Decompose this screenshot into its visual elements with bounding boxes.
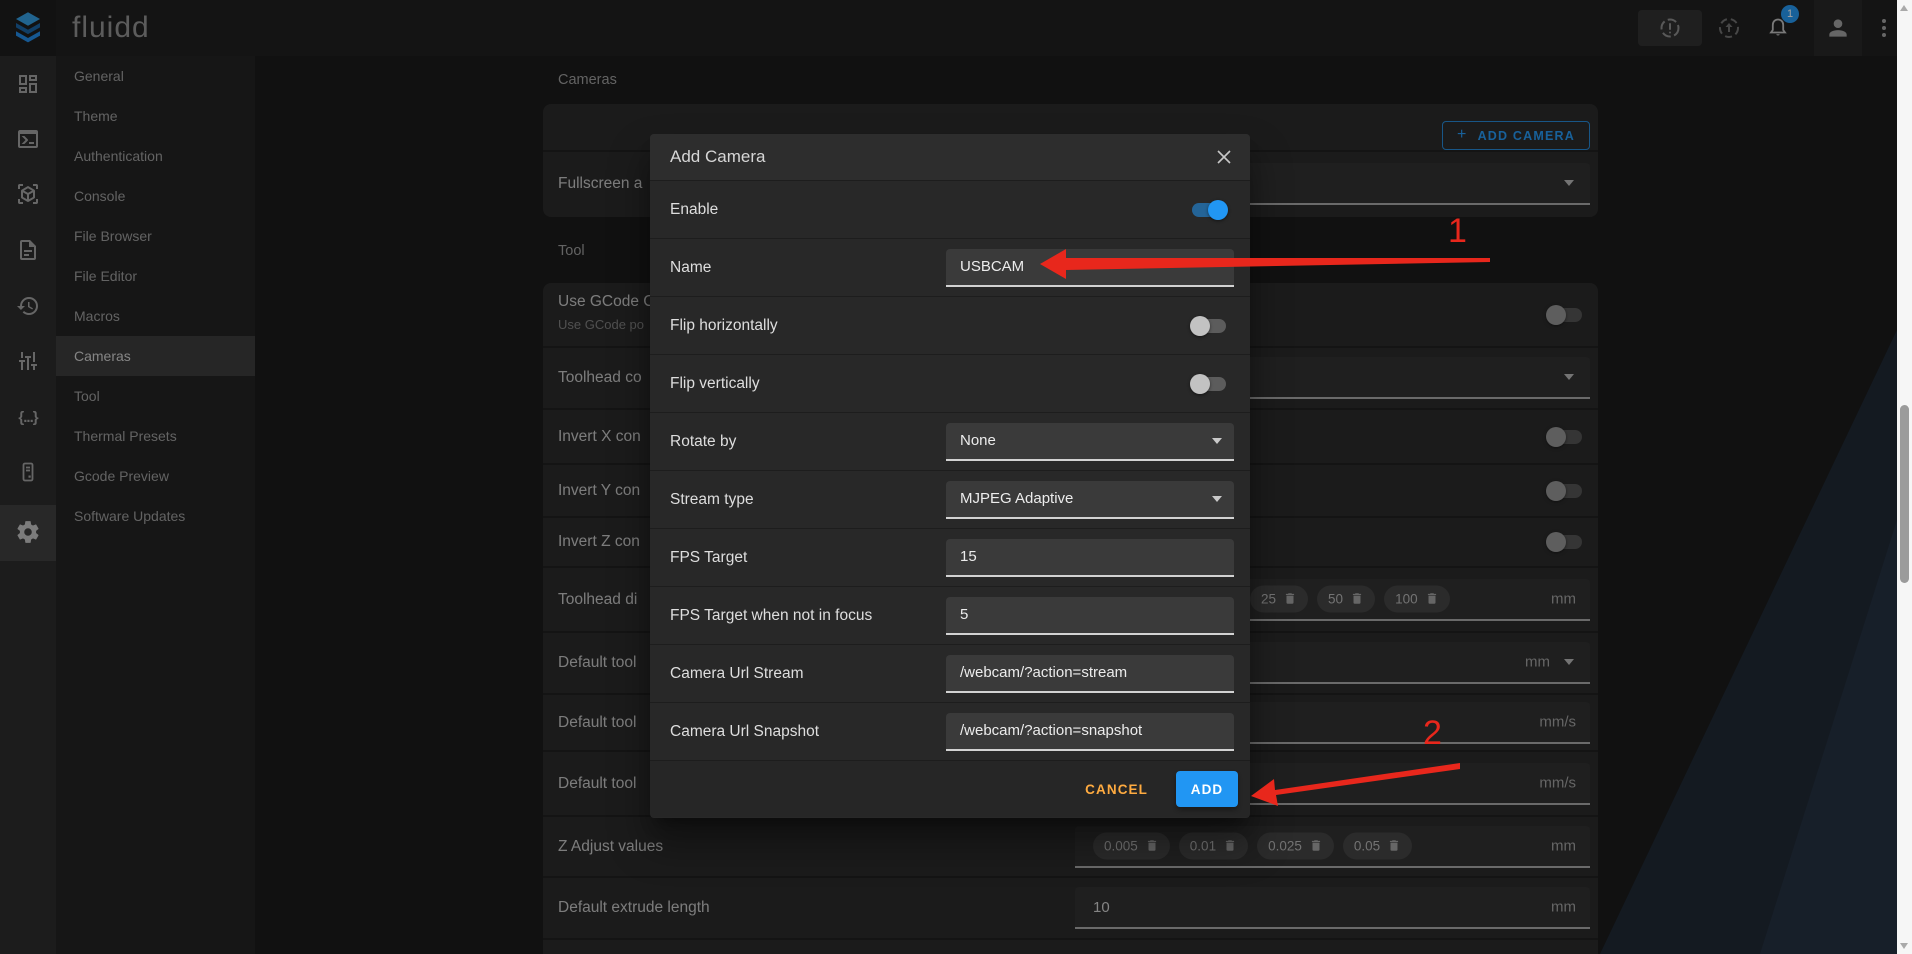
- fps-target-unfocused-row: FPS Target when not in focus 5: [650, 586, 1250, 644]
- camera-url-snapshot-label: Camera Url Snapshot: [670, 723, 819, 741]
- add-button[interactable]: ADD: [1176, 771, 1238, 807]
- name-value: USBCAM: [960, 258, 1024, 275]
- chevron-down-icon: [1212, 438, 1222, 444]
- camera-url-snapshot-row: Camera Url Snapshot /webcam/?action=snap…: [650, 702, 1250, 760]
- camera-url-snapshot-value: /webcam/?action=snapshot: [960, 722, 1142, 739]
- camera-url-stream-row: Camera Url Stream /webcam/?action=stream: [650, 644, 1250, 702]
- name-label: Name: [670, 259, 711, 277]
- scroll-up-arrow[interactable]: [1900, 5, 1908, 11]
- fps-target-unfocused-label: FPS Target when not in focus: [670, 607, 872, 625]
- rotate-by-label: Rotate by: [670, 433, 736, 451]
- flip-horizontally-label: Flip horizontally: [670, 317, 778, 335]
- fps-target-row: FPS Target 15: [650, 528, 1250, 586]
- chevron-down-icon: [1212, 496, 1222, 502]
- scroll-down-arrow[interactable]: [1900, 943, 1908, 949]
- name-input[interactable]: USBCAM: [946, 249, 1234, 287]
- fps-target-value: 15: [960, 548, 977, 565]
- close-icon[interactable]: [1212, 145, 1236, 169]
- dialog-footer: CANCEL ADD: [650, 760, 1250, 817]
- rotate-by-row: Rotate by None: [650, 412, 1250, 470]
- camera-url-stream-input[interactable]: /webcam/?action=stream: [946, 655, 1234, 693]
- name-row: Name USBCAM: [650, 238, 1250, 296]
- camera-url-stream-label: Camera Url Stream: [670, 665, 804, 683]
- dialog-title: Add Camera: [650, 147, 765, 167]
- fps-target-unfocused-input[interactable]: 5: [946, 597, 1234, 635]
- page-scrollbar[interactable]: [1897, 0, 1912, 954]
- camera-url-snapshot-input[interactable]: /webcam/?action=snapshot: [946, 713, 1234, 751]
- scrollbar-thumb[interactable]: [1900, 405, 1909, 583]
- rotate-by-select[interactable]: None: [946, 423, 1234, 461]
- add-camera-dialog: Add Camera Enable Name USBCAM Flip horiz…: [650, 134, 1250, 818]
- stream-type-label: Stream type: [670, 491, 754, 509]
- flip-vertically-toggle[interactable]: [1190, 374, 1228, 394]
- rotate-by-value: None: [960, 432, 996, 449]
- fps-target-unfocused-value: 5: [960, 606, 968, 623]
- enable-row: Enable: [650, 180, 1250, 238]
- flip-vertically-label: Flip vertically: [670, 375, 760, 393]
- flip-vertically-row: Flip vertically: [650, 354, 1250, 412]
- camera-url-stream-value: /webcam/?action=stream: [960, 664, 1127, 681]
- stream-type-value: MJPEG Adaptive: [960, 490, 1073, 507]
- fps-target-input[interactable]: 15: [946, 539, 1234, 577]
- stream-type-row: Stream type MJPEG Adaptive: [650, 470, 1250, 528]
- dialog-header: Add Camera: [650, 134, 1250, 180]
- cancel-button[interactable]: CANCEL: [1085, 782, 1148, 797]
- flip-horizontally-row: Flip horizontally: [650, 296, 1250, 354]
- stream-type-select[interactable]: MJPEG Adaptive: [946, 481, 1234, 519]
- enable-label: Enable: [670, 201, 718, 219]
- fluidd-settings-page: Cameras + ADD CAMERA Fullscreen a Tool U…: [0, 0, 1912, 954]
- flip-horizontally-toggle[interactable]: [1190, 316, 1228, 336]
- fps-target-label: FPS Target: [670, 549, 747, 567]
- enable-toggle[interactable]: [1190, 200, 1228, 220]
